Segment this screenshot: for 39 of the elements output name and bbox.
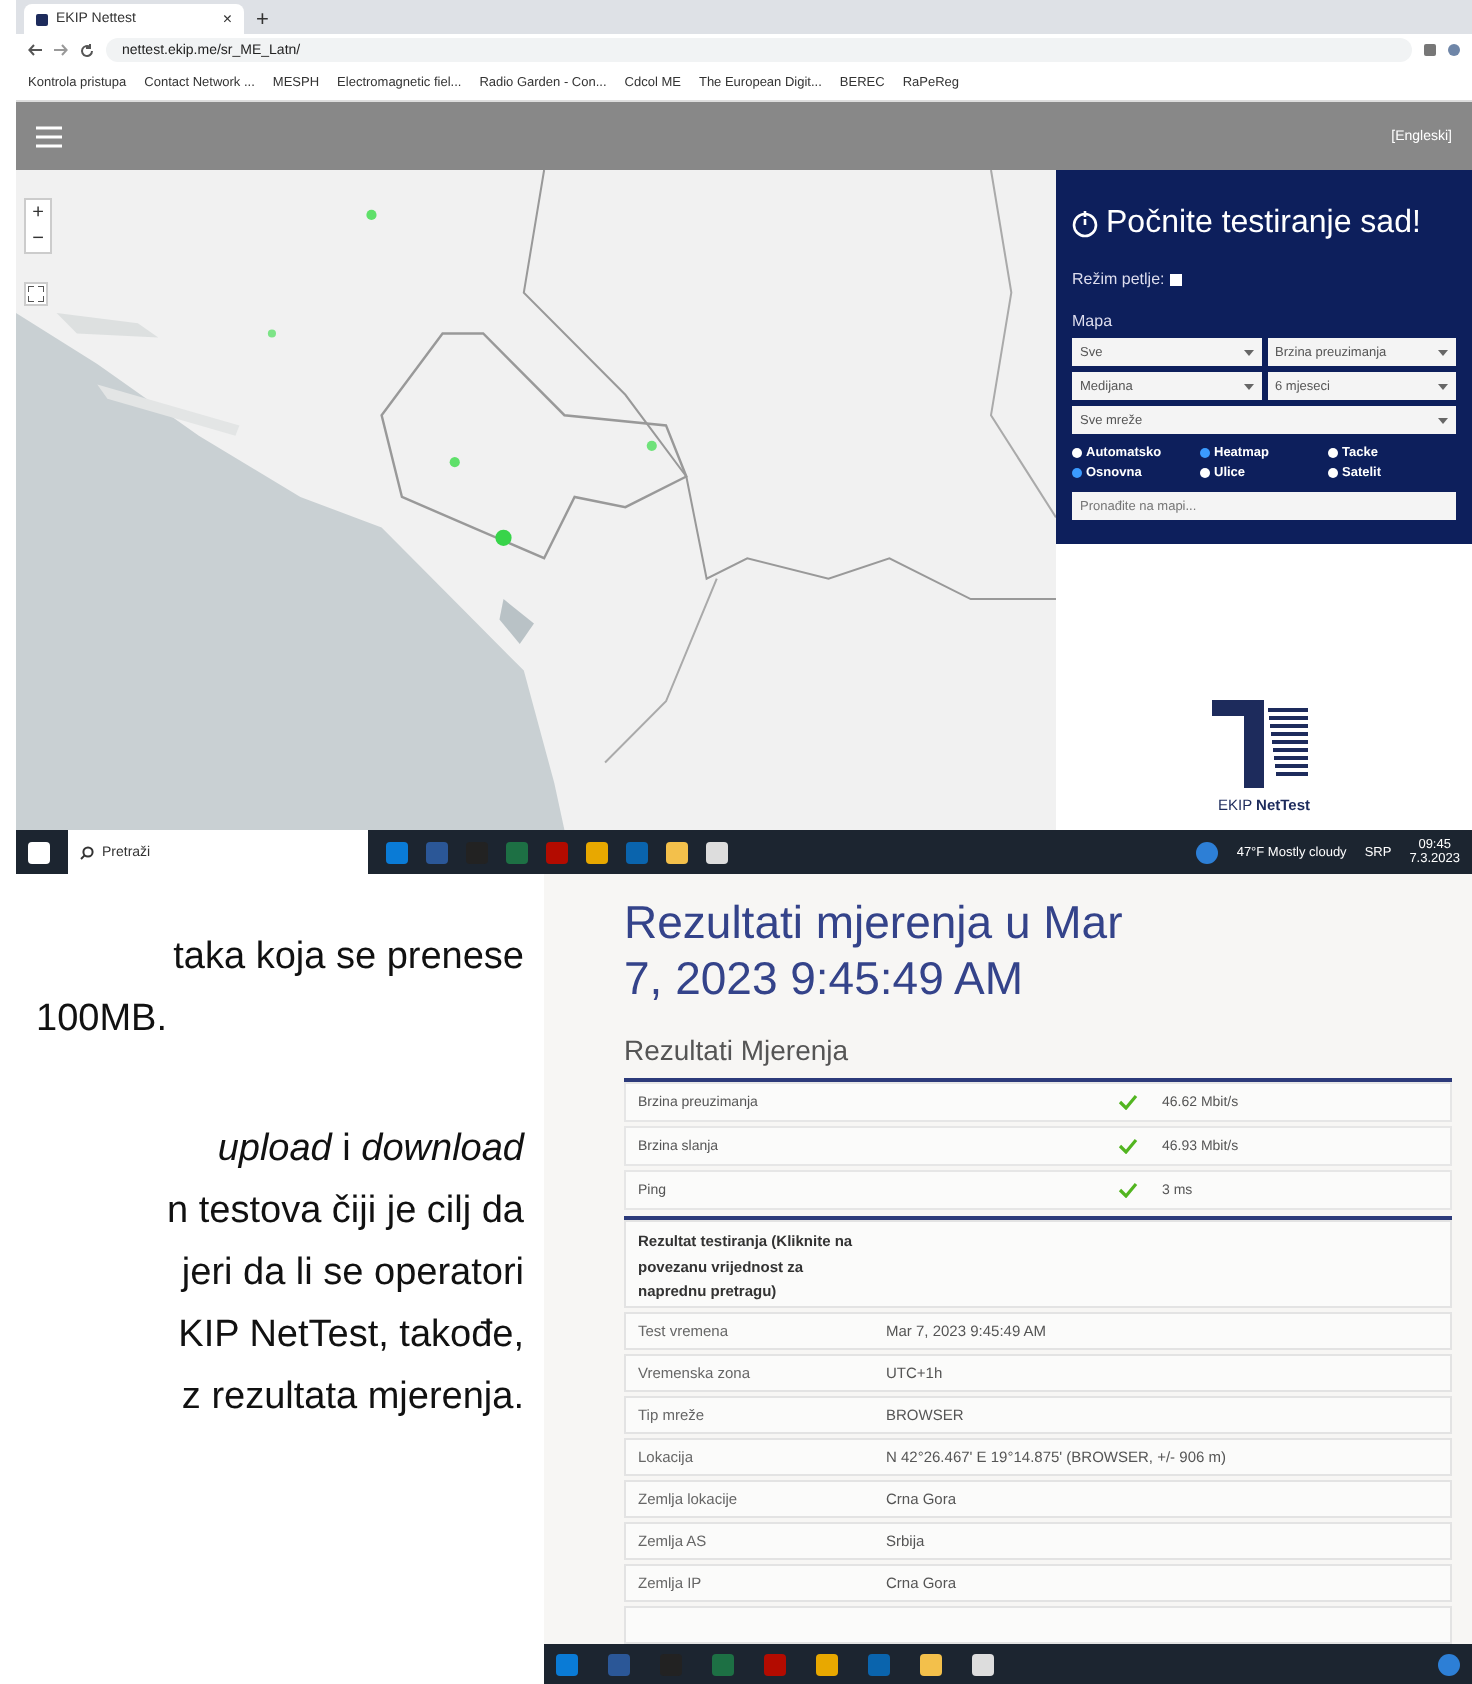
app-icon[interactable]	[972, 1653, 994, 1675]
document-text-line: 100MB.	[34, 996, 169, 1044]
document-text-line: KIP NetTest, takođe,	[176, 1312, 524, 1360]
search-icon	[80, 845, 94, 859]
document-text-line: n testova čiji je cilj da	[165, 1188, 524, 1236]
extensions-icon[interactable]	[1424, 44, 1436, 56]
help-icon[interactable]	[1438, 1653, 1460, 1675]
close-tab-button[interactable]: ×	[222, 10, 232, 28]
document-text-line: jeri da li se operatori	[178, 1250, 524, 1298]
caret-icon	[1243, 349, 1253, 355]
app-icon[interactable]	[706, 841, 728, 863]
help-icon[interactable]	[1196, 841, 1219, 863]
caret-icon	[1438, 349, 1448, 355]
timer-icon	[1072, 210, 1098, 238]
site-icon	[36, 13, 48, 25]
document-text-line: taka koja se prenese	[171, 934, 524, 982]
document-text-line: z rezultata mjerenja.	[179, 1374, 524, 1422]
app-icon[interactable]	[920, 1653, 942, 1675]
start-icon[interactable]	[28, 841, 50, 863]
app-icon[interactable]	[586, 841, 608, 863]
fullscreen-button[interactable]	[24, 282, 48, 306]
new-tab-button[interactable]: +	[256, 8, 269, 34]
loop-mode-label: Režim petlje:	[1072, 270, 1165, 288]
document-text-line: upload i download	[215, 1126, 524, 1174]
results-subtitle: Rezultati Mjerenja	[624, 1034, 851, 1066]
app-icon[interactable]	[666, 841, 688, 863]
caret-icon	[1438, 383, 1448, 389]
profile-icon[interactable]	[1448, 44, 1460, 56]
reload-icon[interactable]	[80, 43, 94, 57]
app-icon[interactable]	[816, 1653, 838, 1675]
menu-icon[interactable]	[36, 125, 62, 147]
loop-checkbox[interactable]	[1170, 273, 1183, 285]
map-label: Mapa	[1072, 312, 1115, 330]
forward-icon[interactable]	[54, 44, 68, 56]
caret-icon	[1438, 417, 1448, 423]
back-icon[interactable]	[28, 44, 42, 56]
panel-title: Počnite testiranje sad!	[1106, 206, 1421, 242]
caret-icon	[1243, 383, 1253, 389]
results-title: Rezultati mjerenja u Mar 7, 2023 9:45:49 AM	[624, 894, 1125, 1006]
